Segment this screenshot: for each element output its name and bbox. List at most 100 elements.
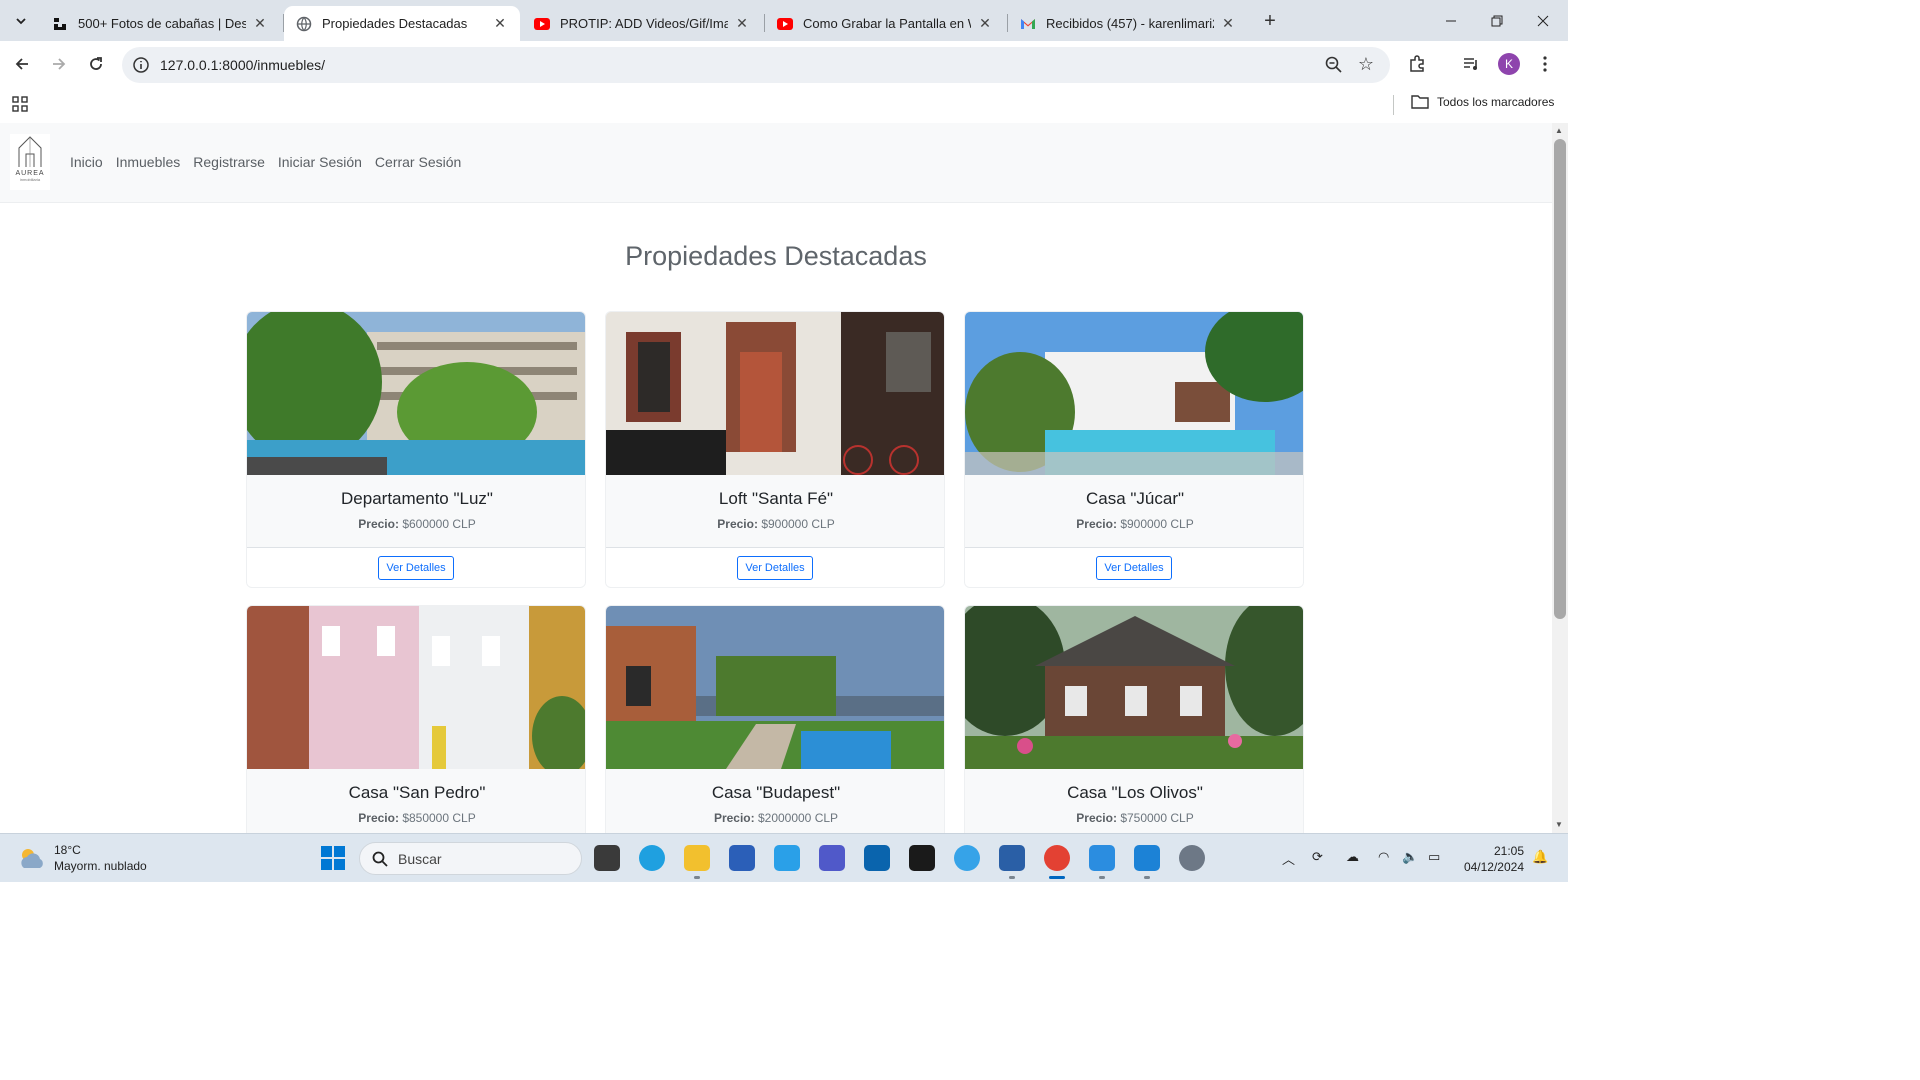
page-scrollbar[interactable]: ▲ ▼: [1552, 123, 1568, 833]
property-card: Departamento "Luz" Precio: $600000 CLP V…: [246, 311, 586, 588]
scroll-down-icon[interactable]: ▼: [1555, 820, 1563, 829]
myhp-icon[interactable]: [774, 845, 800, 871]
tab-youtube-protip[interactable]: PROTIP: ADD Videos/Gif/Image ✕: [522, 6, 762, 41]
price-label: Precio:: [713, 811, 755, 825]
gmail-icon: [1020, 16, 1036, 32]
property-photo[interactable]: [247, 312, 586, 475]
wifi-icon[interactable]: ◠: [1378, 849, 1389, 865]
active-indicator: [1049, 876, 1065, 879]
edge-icon[interactable]: [639, 845, 665, 871]
minimize-button[interactable]: [1428, 0, 1474, 41]
help-icon[interactable]: [954, 845, 980, 871]
new-tab-button[interactable]: +: [1259, 10, 1281, 32]
forward-button[interactable]: [47, 52, 71, 76]
tab-title: Propiedades Destacadas: [322, 16, 468, 31]
close-icon[interactable]: ✕: [1220, 15, 1236, 32]
nav-link-iniciar-sesion[interactable]: Iniciar Sesión: [278, 154, 362, 170]
restore-button[interactable]: [1474, 0, 1520, 41]
bookmark-star-icon[interactable]: ☆: [1356, 54, 1376, 74]
outlook-icon[interactable]: [864, 845, 890, 871]
property-price: Precio: $600000 CLP: [247, 517, 585, 531]
tab-unsplash[interactable]: 500+ Fotos de cabañas | Descar ✕: [40, 6, 280, 41]
taskbar-search[interactable]: Buscar: [359, 842, 582, 875]
search-icon: [372, 851, 388, 867]
site-info-icon[interactable]: [132, 56, 150, 74]
ver-detalles-button[interactable]: Ver Detalles: [1096, 555, 1172, 580]
property-card: Casa "Júcar" Precio: $900000 CLP Ver Det…: [964, 311, 1304, 588]
youtube-icon: [534, 16, 550, 32]
property-card: Casa "Budapest" Precio: $2000000 CLP Ver…: [605, 605, 945, 833]
search-placeholder: Buscar: [398, 850, 442, 867]
nav-link-cerrar-sesion[interactable]: Cerrar Sesión: [375, 154, 461, 170]
site-logo[interactable]: AUREA inmobiliaria: [10, 134, 50, 190]
weather-widget[interactable]: 18°C Mayorm. nublado: [18, 842, 147, 874]
microsoft-store-icon[interactable]: [729, 845, 755, 871]
reload-button[interactable]: [84, 52, 108, 76]
close-icon[interactable]: ✕: [734, 15, 750, 32]
settings-gear-icon[interactable]: [1179, 845, 1205, 871]
battery-icon[interactable]: ▭: [1428, 849, 1440, 865]
ver-detalles-button[interactable]: Ver Detalles: [378, 555, 454, 580]
back-button[interactable]: [10, 52, 34, 76]
media-control-icon[interactable]: [1460, 53, 1482, 75]
notification-bell-icon[interactable]: 🔔: [1532, 849, 1548, 865]
powershell-icon[interactable]: [999, 845, 1025, 871]
tab-propiedades[interactable]: Propiedades Destacadas ✕: [284, 6, 520, 41]
onedrive-cloud-icon[interactable]: ☁: [1346, 849, 1359, 865]
property-photo[interactable]: [965, 606, 1304, 769]
more-menu-icon[interactable]: [1534, 53, 1556, 75]
property-photo[interactable]: [965, 312, 1304, 475]
extensions-icon[interactable]: [1406, 53, 1428, 75]
tab-title: Como Grabar la Pantalla en Win: [803, 16, 971, 31]
vscode-icon[interactable]: [1134, 845, 1160, 871]
close-icon[interactable]: ✕: [492, 15, 508, 32]
house-logo-icon: [18, 136, 42, 167]
property-name: Casa "Los Olivos": [1067, 783, 1203, 802]
system-clock[interactable]: 21:05 04/12/2024: [1460, 843, 1524, 875]
property-photo[interactable]: [606, 312, 945, 475]
close-window-button[interactable]: [1520, 0, 1566, 41]
chevron-up-icon[interactable]: ︿: [1282, 849, 1295, 868]
close-icon[interactable]: ✕: [252, 15, 268, 32]
property-photo[interactable]: [247, 606, 586, 769]
card-footer: Ver Detalles: [606, 547, 944, 587]
zoom-icon[interactable]: [1324, 55, 1344, 75]
property-price: Precio: $900000 CLP: [606, 517, 944, 531]
url-text[interactable]: 127.0.0.1:8000/inmuebles/: [160, 57, 325, 73]
teams-icon[interactable]: [819, 845, 845, 871]
nav-link-inmuebles[interactable]: Inmuebles: [116, 154, 181, 170]
property-photo[interactable]: [606, 606, 945, 769]
notepad-icon[interactable]: [1089, 845, 1115, 871]
all-bookmarks-button[interactable]: Todos los marcadores: [1411, 95, 1554, 109]
price-label: Precio:: [1076, 517, 1117, 531]
profile-avatar[interactable]: K: [1498, 53, 1520, 75]
apps-grid-icon[interactable]: [12, 96, 28, 112]
arrow-right-icon: [53, 58, 66, 70]
task-view-icon[interactable]: [594, 845, 620, 871]
card-footer: Ver Detalles: [247, 547, 585, 587]
address-bar[interactable]: 127.0.0.1:8000/inmuebles/ ☆: [122, 47, 1390, 83]
price-value: $900000 CLP: [1120, 517, 1194, 531]
file-explorer-icon[interactable]: [684, 845, 710, 871]
chrome-icon[interactable]: [1044, 845, 1070, 871]
running-indicator: [694, 876, 700, 879]
start-button[interactable]: [320, 845, 346, 871]
tab-search-button[interactable]: [8, 8, 34, 34]
close-icon[interactable]: ✕: [977, 15, 993, 32]
tab-gmail[interactable]: Recibidos (457) - karenlimari20 ✕: [1008, 6, 1248, 41]
dropbox-icon[interactable]: [909, 845, 935, 871]
property-name: Casa "Budapest": [711, 783, 841, 802]
nav-link-registrarse[interactable]: Registrarse: [193, 154, 265, 170]
nav-link-inicio[interactable]: Inicio: [70, 154, 103, 170]
tab-youtube-grabar[interactable]: Como Grabar la Pantalla en Win ✕: [765, 6, 1005, 41]
property-card: Casa "San Pedro" Precio: $850000 CLP Ver…: [246, 605, 586, 833]
scroll-up-icon[interactable]: ▲: [1555, 126, 1563, 135]
scrollbar-thumb[interactable]: [1554, 139, 1566, 619]
volume-icon[interactable]: 🔈: [1402, 849, 1418, 865]
sync-icon[interactable]: ⟳: [1312, 849, 1323, 865]
all-bookmarks-label: Todos los marcadores: [1437, 95, 1555, 109]
property-price: Precio: $2000000 CLP: [606, 811, 944, 825]
unsplash-icon: [52, 16, 68, 32]
ver-detalles-button[interactable]: Ver Detalles: [737, 555, 813, 580]
windows-icon: [321, 846, 345, 870]
